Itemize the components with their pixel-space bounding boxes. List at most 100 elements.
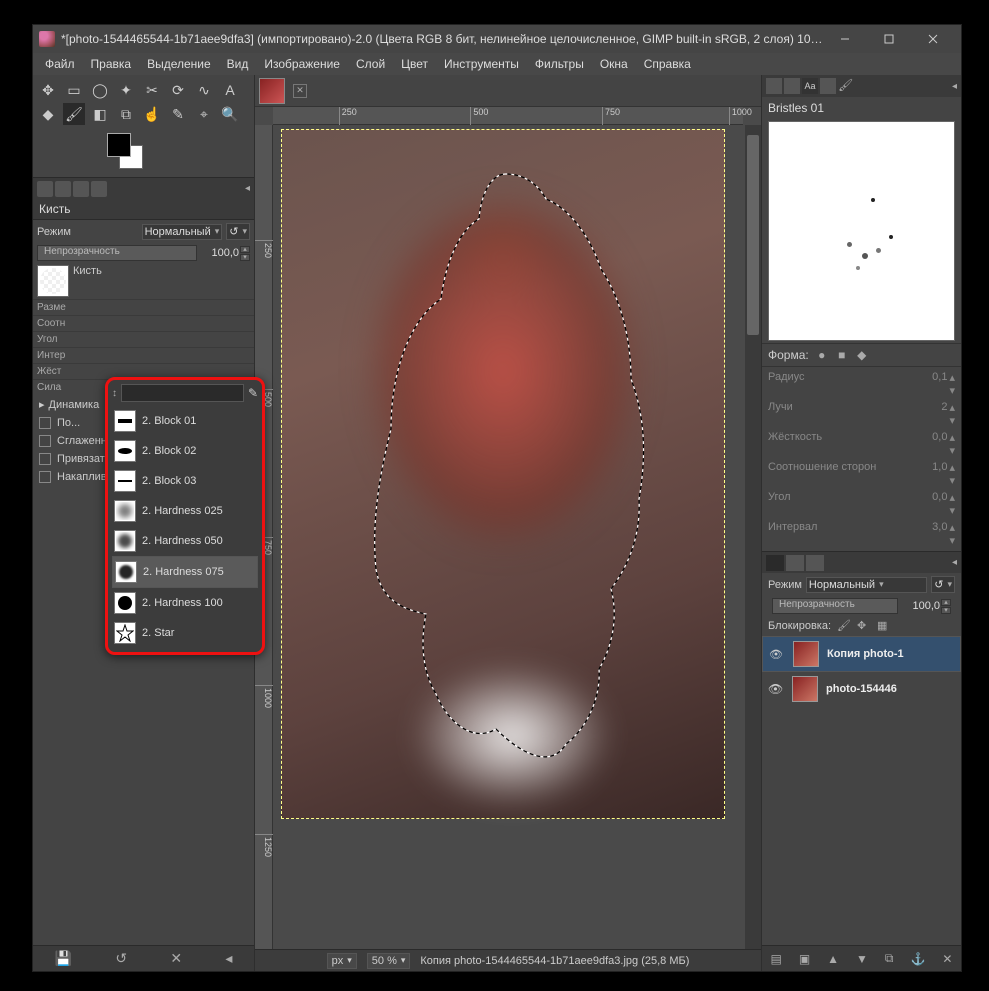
rect-select-tool-icon[interactable]: ▭ [63, 79, 85, 101]
menu-file[interactable]: Файл [37, 54, 83, 74]
size-row[interactable]: Разме [33, 299, 254, 315]
paths-tab-icon[interactable] [806, 555, 824, 571]
layer-row[interactable]: 👁Копия photo-1 [762, 636, 961, 672]
dock-menu-icon[interactable]: ◂ [952, 557, 957, 568]
tab-images-icon[interactable] [91, 181, 107, 197]
delete-preset-icon[interactable]: ✕ [170, 950, 182, 967]
pd-checkbox[interactable] [39, 417, 51, 429]
warp-tool-icon[interactable]: ∿ [193, 79, 215, 101]
tab-tool-options-icon[interactable] [37, 181, 53, 197]
brush-param-row[interactable]: Угол0,0▴▾ [762, 489, 961, 519]
param-spinner[interactable]: ▴▾ [949, 401, 955, 427]
brush-param-row[interactable]: Лучи2▴▾ [762, 399, 961, 429]
smooth-checkbox[interactable] [39, 435, 51, 447]
anchor-layer-icon[interactable]: ⚓ [910, 952, 925, 966]
save-preset-icon[interactable]: 💾 [55, 950, 72, 967]
layer-row[interactable]: 👁photo-154446 [762, 672, 961, 706]
unit-select[interactable]: px ▾ [327, 953, 357, 969]
accum-checkbox[interactable] [39, 471, 51, 483]
menu-view[interactable]: Вид [219, 54, 257, 74]
visibility-eye-icon[interactable]: 👁 [768, 682, 784, 696]
dock-menu-icon[interactable]: ◂ [245, 183, 250, 194]
crop-tool-icon[interactable]: ✂ [141, 79, 163, 101]
param-spinner[interactable]: ▴▾ [949, 371, 955, 397]
document-tab-thumb[interactable] [259, 78, 285, 104]
lock-pixels-icon[interactable]: 🖌 [837, 619, 851, 633]
paintbrush-tool-icon[interactable]: 🖌 [63, 103, 85, 125]
eraser-tool-icon[interactable]: ◧ [89, 103, 111, 125]
free-select-tool-icon[interactable]: ◯ [89, 79, 111, 101]
document-tab-close-icon[interactable]: ✕ [293, 84, 307, 98]
opacity-spinner[interactable]: ▴▾ [240, 246, 250, 261]
reset-preset-icon[interactable]: ◂ [225, 950, 232, 967]
brush-search-input[interactable] [121, 384, 244, 402]
paint-tab-icon[interactable]: 🖌 [838, 78, 854, 94]
mode-select[interactable]: Нормальный ▾ [142, 224, 223, 240]
color-swatch[interactable] [107, 133, 147, 169]
close-button[interactable] [911, 25, 955, 53]
foreground-color[interactable] [107, 133, 131, 157]
menu-image[interactable]: Изображение [256, 54, 348, 74]
brush-item[interactable]: 2. Star [112, 618, 258, 648]
tab-undo-icon[interactable] [73, 181, 89, 197]
text-tool-icon[interactable]: A [219, 79, 241, 101]
smudge-tool-icon[interactable]: ☝ [141, 103, 163, 125]
brush-thumbnail-button[interactable] [37, 265, 69, 297]
bind-checkbox[interactable] [39, 453, 51, 465]
brush-item[interactable]: 2. Hardness 075 [112, 556, 258, 588]
bucket-tool-icon[interactable]: ◆ [37, 103, 59, 125]
vertical-scrollbar[interactable] [745, 125, 761, 949]
lock-alpha-icon[interactable]: ▦ [877, 619, 891, 633]
spacing-row[interactable]: Интер [33, 347, 254, 363]
param-spinner[interactable]: ▴▾ [949, 521, 955, 547]
dup-layer-icon[interactable]: ⧉ [885, 951, 894, 966]
layer-group-icon[interactable]: ▣ [799, 952, 810, 966]
dock-menu-icon[interactable]: ◂ [952, 81, 957, 92]
fuzzy-select-tool-icon[interactable]: ✦ [115, 79, 137, 101]
param-spinner[interactable]: ▴▾ [949, 491, 955, 517]
brush-item[interactable]: 2. Block 03 [112, 466, 258, 496]
brush-param-row[interactable]: Радиус0,1▴▾ [762, 369, 961, 399]
horizontal-ruler[interactable]: 250 500 750 1000 [273, 107, 743, 125]
patterns-tab-icon[interactable] [784, 78, 800, 94]
mode-reset-button[interactable]: ↺▾ [226, 223, 250, 240]
brush-param-row[interactable]: Соотношение сторон1,0▴▾ [762, 459, 961, 489]
sort-icon[interactable]: ↕ [112, 388, 117, 399]
delete-layer-icon[interactable]: ✕ [942, 952, 952, 966]
rotate-tool-icon[interactable]: ⟳ [167, 79, 189, 101]
brush-item[interactable]: 2. Hardness 100 [112, 588, 258, 618]
layer-mode-reset[interactable]: ↺▾ [931, 576, 955, 593]
layers-tab-icon[interactable] [766, 555, 784, 571]
brushes-tab-icon[interactable] [766, 78, 782, 94]
menu-layer[interactable]: Слой [348, 54, 393, 74]
aspect-row[interactable]: Соотн [33, 315, 254, 331]
lock-position-icon[interactable]: ✥ [857, 619, 871, 633]
restore-preset-icon[interactable]: ↺ [115, 950, 127, 967]
brush-item[interactable]: 2. Hardness 050 [112, 526, 258, 556]
shape-circle-icon[interactable]: ● [815, 348, 829, 362]
layer-opacity-slider[interactable]: Непрозрачность [772, 598, 898, 614]
layer-mode-select[interactable]: Нормальный ▾ [806, 577, 927, 593]
menu-select[interactable]: Выделение [139, 54, 219, 74]
maximize-button[interactable] [867, 25, 911, 53]
angle-row[interactable]: Угол [33, 331, 254, 347]
brush-item[interactable]: 2. Block 01 [112, 406, 258, 436]
channels-tab-icon[interactable] [786, 555, 804, 571]
shape-diamond-icon[interactable]: ◆ [855, 348, 869, 362]
menu-windows[interactable]: Окна [592, 54, 636, 74]
brush-param-row[interactable]: Жёсткость0,0▴▾ [762, 429, 961, 459]
menu-help[interactable]: Справка [636, 54, 699, 74]
param-spinner[interactable]: ▴▾ [949, 431, 955, 457]
brush-param-row[interactable]: Интервал3,0▴▾ [762, 519, 961, 549]
layer-opacity-spinner[interactable]: ▴▾ [941, 599, 951, 614]
new-layer-icon[interactable]: ▤ [770, 952, 781, 966]
param-spinner[interactable]: ▴▾ [949, 461, 955, 487]
clone-tool-icon[interactable]: ⧉ [115, 103, 137, 125]
move-tool-icon[interactable]: ✥ [37, 79, 59, 101]
shape-square-icon[interactable]: ■ [835, 348, 849, 362]
visibility-eye-icon[interactable]: 👁 [769, 648, 785, 661]
menu-filters[interactable]: Фильтры [527, 54, 592, 74]
menu-tools[interactable]: Инструменты [436, 54, 527, 74]
fonts-tab-icon[interactable]: Aa [802, 78, 818, 94]
edit-brush-icon[interactable]: ✎ [248, 386, 258, 400]
